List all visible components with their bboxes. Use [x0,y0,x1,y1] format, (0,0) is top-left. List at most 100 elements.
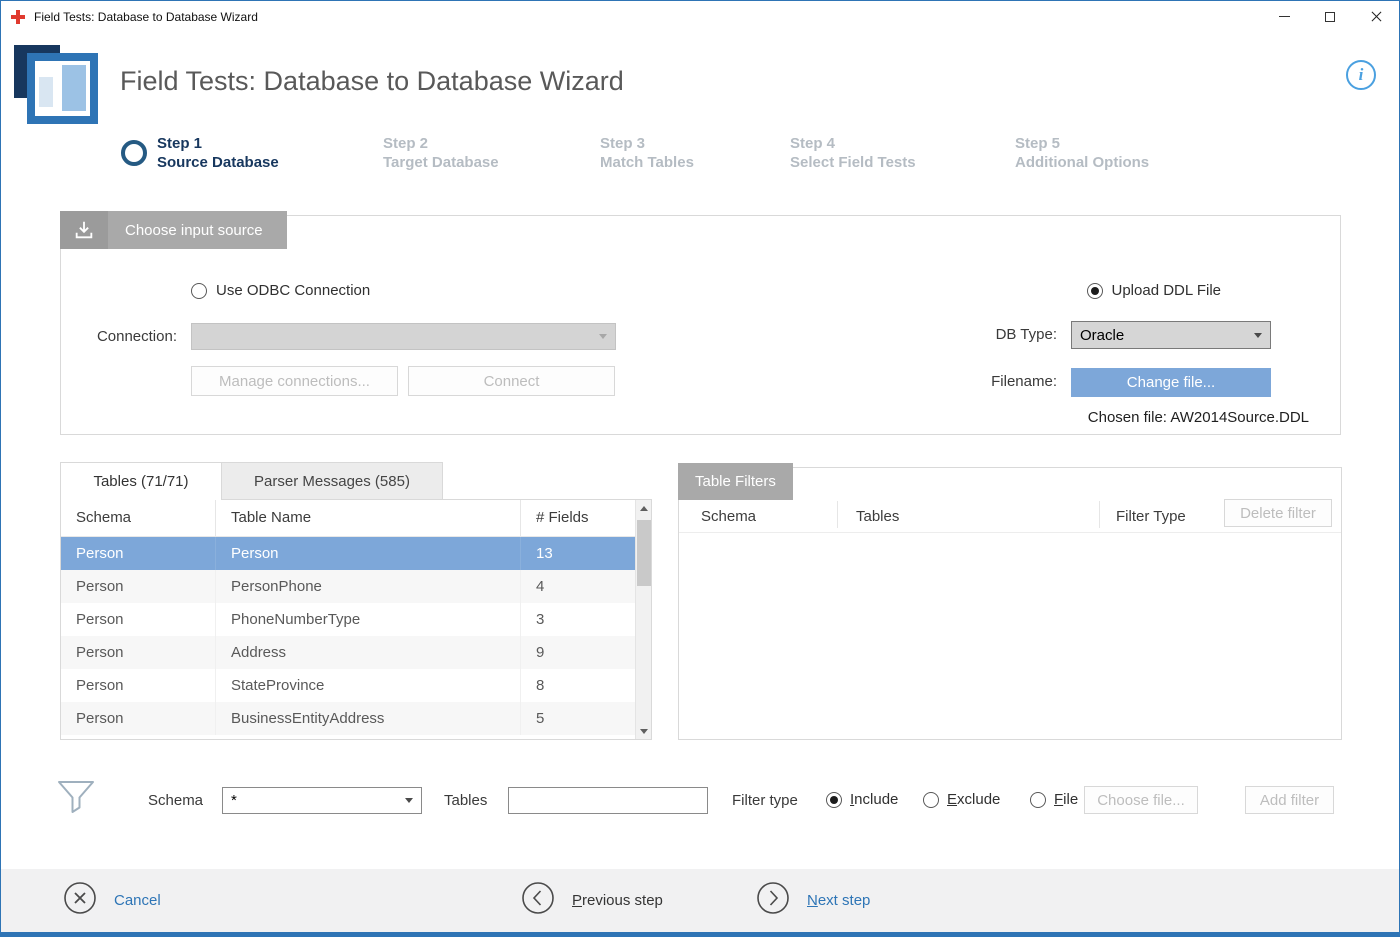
exclude-radio-group[interactable]: Exclude [923,791,1000,808]
step-label: Source Database [157,153,279,172]
ddl-radio[interactable] [1087,283,1103,299]
scroll-down-icon[interactable] [636,723,652,739]
logo-fill-2 [39,77,53,107]
table-row[interactable]: Person PhoneNumberType 3 [61,603,651,636]
tables-scrollbar[interactable] [635,500,651,739]
window-bottom-border [0,932,1400,937]
tab-parser-messages[interactable]: Parser Messages (585) [221,462,443,500]
row-table: PhoneNumberType [216,603,521,636]
step-number: Step 3 [600,134,694,153]
step-label: Match Tables [600,153,694,172]
close-icon [1370,10,1383,23]
manage-connections-button[interactable]: Manage connections... [191,366,398,396]
filter-schema-value: * [223,788,397,813]
row-fields: 13 [521,537,637,570]
download-icon [60,211,108,249]
row-table: PersonPhone [216,570,521,603]
col-header-table-name: Table Name [216,500,521,536]
window-title: Field Tests: Database to Database Wizard [34,10,258,24]
filter-schema-label: Schema [148,792,203,809]
ddl-radio-label: Upload DDL File [1112,282,1222,299]
exclude-radio-label: Exclude [947,791,1000,808]
tables-header-row: Schema Table Name # Fields [61,500,651,537]
filter-schema-dropdown[interactable]: * [222,787,422,814]
tab-tables-label: Tables (71/71) [93,473,188,490]
step-label: Additional Options [1015,153,1149,172]
row-fields: 4 [521,570,637,603]
row-table: BusinessEntityAddress [216,702,521,735]
change-file-button[interactable]: Change file... [1071,368,1271,397]
scroll-up-icon[interactable] [636,500,652,516]
table-row[interactable]: Person BusinessEntityAddress 5 [61,702,651,735]
table-row[interactable]: Person StateProvince 8 [61,669,651,702]
odbc-radio[interactable] [191,283,207,299]
scrollbar-thumb[interactable] [637,520,651,586]
maximize-button[interactable] [1307,1,1353,32]
cancel-button[interactable]: Cancel [63,869,161,932]
db-type-dropdown[interactable]: Oracle [1071,321,1271,349]
input-source-header-label: Choose input source [108,222,263,239]
chevron-down-icon [591,324,615,349]
include-radio[interactable] [826,792,842,808]
tab-parser-label: Parser Messages (585) [254,473,410,490]
window-controls [1261,1,1399,32]
row-table: Address [216,636,521,669]
manage-connections-label: Manage connections... [219,373,370,390]
step-1-source-database: Step 1 Source Database [157,134,279,172]
filters-col-filter-type: Filter Type [1116,508,1186,525]
db-type-value: Oracle [1072,322,1246,348]
logo-fill-1 [62,65,86,111]
add-filter-button[interactable]: Add filter [1245,786,1334,814]
step-5-additional-options: Step 5 Additional Options [1015,134,1149,172]
include-radio-label: Include [850,791,898,808]
previous-step-button[interactable]: Previous step [521,869,663,932]
cancel-icon [63,881,97,920]
connection-dropdown[interactable] [191,323,616,350]
connect-button[interactable]: Connect [408,366,615,396]
info-icon[interactable]: i [1346,60,1376,90]
table-row[interactable]: Person Person 13 [61,537,651,570]
minimize-button[interactable] [1261,1,1307,32]
odbc-radio-group[interactable]: Use ODBC Connection [191,282,370,299]
connection-value [192,324,591,349]
chosen-file-text: Chosen file: AW2014Source.DDL [1088,409,1309,426]
next-step-button[interactable]: Next step [756,869,870,932]
tables-body: Person Person 13 Person PersonPhone 4 Pe… [61,537,651,735]
filter-tables-input[interactable] [508,787,708,814]
include-radio-group[interactable]: Include [826,791,898,808]
filters-col-separator [1099,501,1100,528]
table-row[interactable]: Person Address 9 [61,636,651,669]
row-fields: 5 [521,702,637,735]
table-filters-header: Table Filters [678,463,793,500]
exclude-radio[interactable] [923,792,939,808]
file-radio[interactable] [1030,792,1046,808]
tab-tables[interactable]: Tables (71/71) [60,462,222,500]
choose-file-button[interactable]: Choose file... [1084,786,1198,814]
input-source-header: Choose input source [60,211,287,249]
row-schema: Person [61,702,216,735]
page-title: Field Tests: Database to Database Wizard [120,66,624,97]
title-bar: Field Tests: Database to Database Wizard [1,1,1399,32]
next-step-label: Next step [807,892,870,909]
app-window: Field Tests: Database to Database Wizard… [0,0,1400,937]
delete-filter-label: Delete filter [1240,505,1316,522]
app-plus-icon [11,10,25,24]
funnel-icon [56,779,96,822]
file-radio-group[interactable]: File [1030,791,1078,808]
row-schema: Person [61,636,216,669]
table-row[interactable]: Person PersonPhone 4 [61,570,651,603]
step-number: Step 4 [790,134,916,153]
close-button[interactable] [1353,1,1399,32]
input-source-panel: Choose input source Use ODBC Connection … [60,215,1341,435]
ddl-radio-group[interactable]: Upload DDL File [1087,282,1222,299]
filter-tables-label: Tables [444,792,487,809]
footer-bar: Cancel Previous step Next step [1,869,1399,932]
info-glyph: i [1359,65,1364,85]
delete-filter-button[interactable]: Delete filter [1224,499,1332,527]
add-filter-label: Add filter [1260,792,1319,809]
filters-col-separator [837,501,838,528]
row-table: Person [216,537,521,570]
step-label: Select Field Tests [790,153,916,172]
tables-table: Schema Table Name # Fields Person Person… [60,499,652,740]
chevron-down-icon [1246,322,1270,348]
